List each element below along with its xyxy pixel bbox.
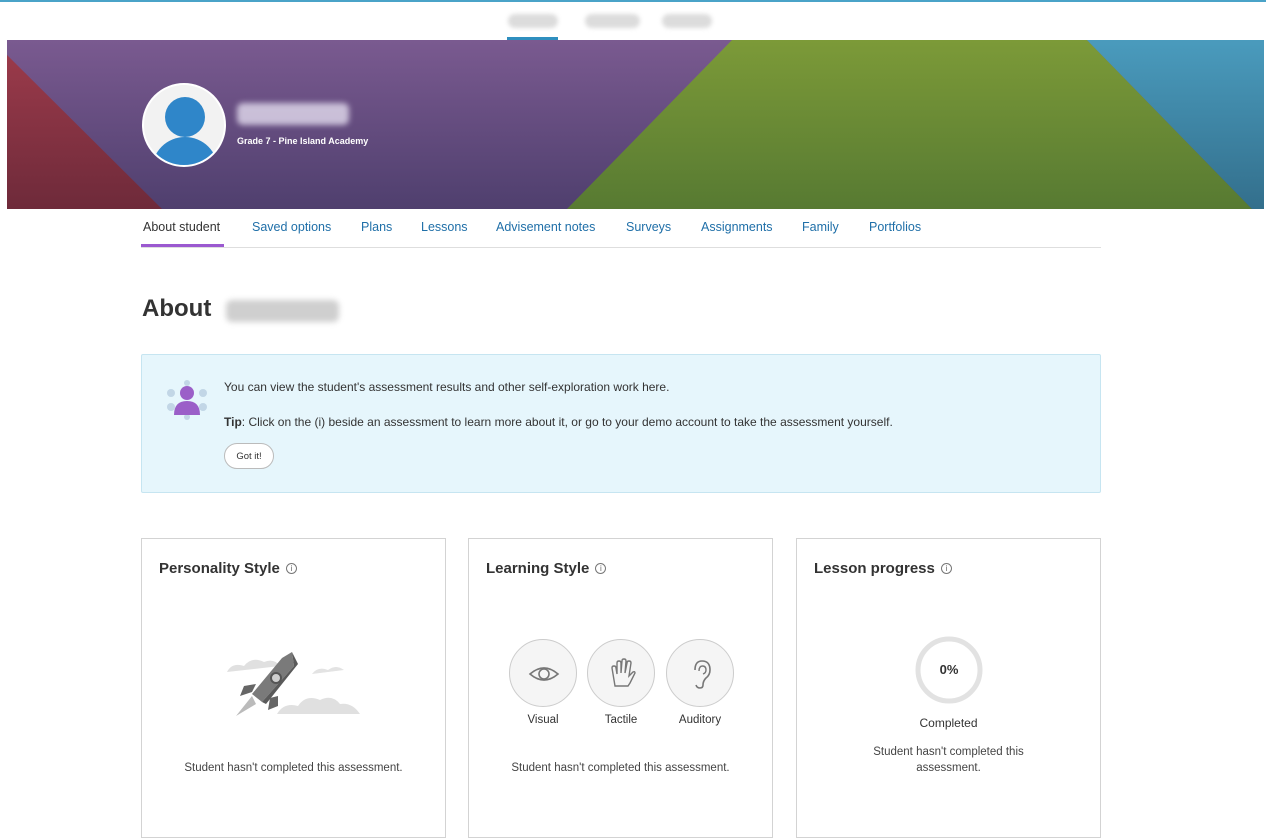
assessment-status-line-1: Student hasn't completed this xyxy=(873,746,1024,758)
tip-hint: Tip: Click on the (i) beside an assessme… xyxy=(224,415,893,429)
learning-style-card: Learning Style i Visual Tactile Auditory … xyxy=(468,538,773,838)
avatar-body xyxy=(152,137,218,165)
card-title: Personality Style i xyxy=(159,560,297,577)
top-tab-2[interactable] xyxy=(585,14,640,28)
auditory-ear-icon xyxy=(666,639,734,707)
tactile-style-label: Tactile xyxy=(604,714,638,726)
page-title: About xyxy=(142,295,212,322)
subnav-advisement-notes[interactable]: Advisement notes xyxy=(496,220,595,234)
info-icon[interactable]: i xyxy=(285,563,297,574)
info-icon[interactable]: i xyxy=(595,563,607,574)
assessment-status-message: Student hasn't completed this assessment… xyxy=(797,744,1100,776)
visual-style-label: Visual xyxy=(527,714,559,726)
subnav-assignments[interactable]: Assignments xyxy=(701,220,773,234)
tip-description: You can view the student's assessment re… xyxy=(224,380,670,394)
subnav-lessons[interactable]: Lessons xyxy=(421,220,468,234)
assessment-status-line-2: assessment. xyxy=(916,762,981,774)
tactile-hand-icon xyxy=(587,639,655,707)
progress-caption: Completed xyxy=(919,716,978,730)
subnav-saved-options[interactable]: Saved options xyxy=(252,220,331,234)
profile-banner: Grade 7 - Pine Island Academy xyxy=(7,40,1264,209)
subnav-surveys[interactable]: Surveys xyxy=(626,220,671,234)
subnav-plans[interactable]: Plans xyxy=(361,220,392,234)
personality-style-card: Personality Style i Student hasn't comple… xyxy=(141,538,446,838)
subnav-family[interactable]: Family xyxy=(802,220,839,234)
tip-banner: You can view the student's assessment re… xyxy=(141,354,1101,493)
subnav-active-indicator xyxy=(141,244,224,247)
avatar-head xyxy=(165,97,205,137)
assessment-status-message: Student hasn't completed this assessment… xyxy=(184,762,403,774)
tip-text: : Click on the (i) beside an assessment … xyxy=(241,415,893,429)
top-tab-1[interactable] xyxy=(508,14,558,28)
tip-label: Tip xyxy=(224,415,242,429)
student-grade-school: Grade 7 - Pine Island Academy xyxy=(237,136,369,146)
student-profile-icon xyxy=(167,380,207,420)
page-title-student-name xyxy=(226,300,339,322)
profile-subnav: About student Saved options Plans Lesson… xyxy=(141,209,1101,248)
student-name xyxy=(237,103,349,125)
top-tab-3[interactable] xyxy=(662,14,712,28)
rocket-illustration-icon xyxy=(227,652,360,716)
student-avatar xyxy=(142,83,226,167)
info-icon[interactable]: i xyxy=(940,563,952,574)
progress-percent: 0% xyxy=(939,662,959,677)
subnav-portfolios[interactable]: Portfolios xyxy=(869,220,921,234)
subnav-about-student[interactable]: About student xyxy=(143,220,220,234)
assessment-status-message: Student hasn't completed this assessment… xyxy=(511,762,730,774)
top-navigation xyxy=(0,2,1266,40)
lesson-progress-card: Lesson progress i 0% Completed Student ha… xyxy=(796,538,1101,838)
card-title: Learning Style i xyxy=(486,560,607,577)
auditory-style-label: Auditory xyxy=(678,714,722,726)
visual-style-icon xyxy=(509,639,577,707)
got-it-button[interactable]: Got it! xyxy=(224,443,274,469)
card-title: Lesson progress i xyxy=(814,560,952,577)
